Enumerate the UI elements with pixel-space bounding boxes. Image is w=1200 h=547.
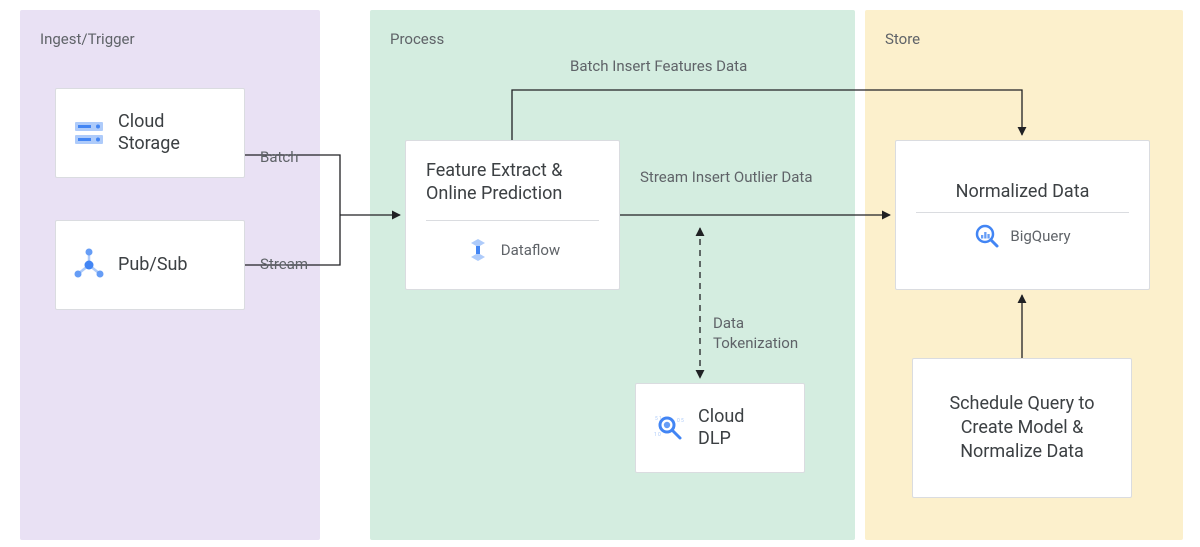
node-feature-extract-title: Feature Extract & Online Prediction	[426, 159, 599, 206]
pubsub-icon	[72, 248, 106, 282]
edge-label-stream: Stream	[260, 255, 308, 273]
edge-label-tokenization: Data Tokenization	[713, 314, 813, 353]
stage-ingest-label: Ingest/Trigger	[40, 30, 135, 48]
divider	[916, 212, 1129, 213]
dlp-icon: 5 1 1 0 0 5	[652, 411, 686, 445]
divider	[426, 220, 599, 221]
node-cloud-storage-label: CloudStorage	[118, 111, 180, 156]
service-bigquery: BigQuery	[974, 223, 1070, 249]
svg-text:5 1: 5 1	[655, 416, 662, 422]
node-normalized-data-title: Normalized Data	[956, 181, 1090, 202]
edge-label-stream-insert: Stream Insert Outlier Data	[640, 168, 813, 186]
svg-text:1 0: 1 0	[654, 432, 661, 438]
node-normalized-data: Normalized Data BigQuery	[895, 140, 1150, 290]
edge-label-batch: Batch	[260, 148, 299, 166]
stage-store-label: Store	[885, 30, 920, 48]
node-pubsub-label: Pub/Sub	[118, 254, 188, 277]
node-schedule-query: Schedule Query to Create Model & Normali…	[912, 358, 1132, 498]
service-dataflow-label: Dataflow	[501, 241, 560, 259]
svg-text:0 5: 0 5	[677, 418, 684, 424]
service-dataflow: Dataflow	[465, 237, 560, 263]
node-feature-extract: Feature Extract & Online Prediction Data…	[405, 140, 620, 290]
stage-process-label: Process	[390, 30, 444, 48]
node-cloud-dlp-label: CloudDLP	[698, 406, 744, 451]
cloud-storage-icon	[72, 116, 106, 150]
dataflow-icon	[465, 237, 491, 263]
node-pubsub: Pub/Sub	[55, 220, 245, 310]
edge-label-batch-insert: Batch Insert Features Data	[570, 57, 747, 75]
node-cloud-storage: CloudStorage	[55, 88, 245, 178]
node-cloud-dlp: 5 1 1 0 0 5 CloudDLP	[635, 383, 805, 473]
service-bigquery-label: BigQuery	[1010, 227, 1070, 245]
bigquery-icon	[974, 223, 1000, 249]
node-schedule-query-label: Schedule Query to Create Model & Normali…	[929, 392, 1115, 465]
